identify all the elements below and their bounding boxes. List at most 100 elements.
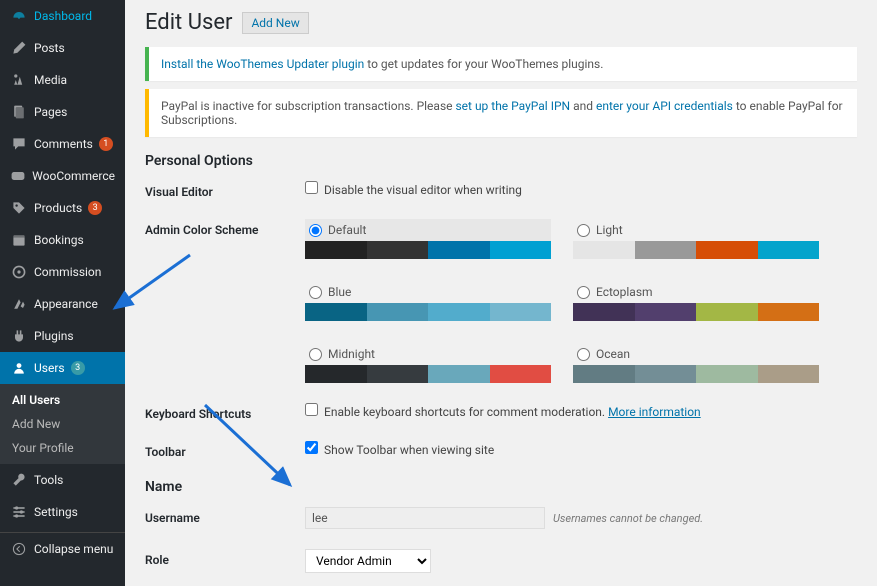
visual-editor-label: Visual Editor xyxy=(145,181,305,199)
role-label: Role xyxy=(145,549,305,567)
username-note: Usernames cannot be changed. xyxy=(553,512,703,525)
color-swatches xyxy=(305,365,551,383)
page-title: Edit User xyxy=(145,10,232,35)
settings-icon xyxy=(10,503,28,521)
sidebar-label: Bookings xyxy=(34,233,84,247)
color-scheme-radio[interactable] xyxy=(577,224,590,237)
sidebar-item-bookings[interactable]: Bookings xyxy=(0,224,125,256)
enable-kb-checkbox[interactable] xyxy=(305,403,318,416)
notice-paypal: PayPal is inactive for subscription tran… xyxy=(145,89,857,137)
sidebar-item-tools[interactable]: Tools xyxy=(0,464,125,496)
username-label: Username xyxy=(145,507,305,525)
sidebar-label: Comments xyxy=(34,137,93,151)
color-swatches xyxy=(305,241,551,259)
color-swatches xyxy=(573,365,819,383)
color-swatches xyxy=(573,303,819,321)
name-heading: Name xyxy=(145,479,857,495)
color-schemes: Default Light Blue Ectoplasm Midnight Ocean xyxy=(305,219,857,383)
color-scheme-blue[interactable]: Blue xyxy=(305,281,551,321)
posts-icon xyxy=(10,39,28,57)
add-new-button[interactable]: Add New xyxy=(242,12,308,34)
sidebar-label: Settings xyxy=(34,505,78,519)
username-input xyxy=(305,507,545,529)
woocommerce-icon xyxy=(10,167,26,185)
paypal-ipn-link[interactable]: set up the PayPal IPN xyxy=(455,99,570,113)
sidebar-item-media[interactable]: Media xyxy=(0,64,125,96)
color-scheme-radio[interactable] xyxy=(309,348,322,361)
sidebar-label: WooCommerce xyxy=(32,169,115,183)
sidebar-label: Users xyxy=(34,361,65,375)
comments-icon xyxy=(10,135,28,153)
color-scheme-radio[interactable] xyxy=(309,224,322,237)
color-scheme-name: Ectoplasm xyxy=(596,285,653,299)
personal-options-heading: Personal Options xyxy=(145,153,857,169)
sidebar-badge: 3 xyxy=(71,361,85,375)
color-swatches xyxy=(573,241,819,259)
main-content: Edit User Add New Install the WooThemes … xyxy=(125,0,877,586)
collapse-label: Collapse menu xyxy=(34,542,113,556)
sidebar-label: Dashboard xyxy=(34,9,92,23)
sidebar-item-appearance[interactable]: Appearance xyxy=(0,288,125,320)
sidebar-item-dashboard[interactable]: Dashboard xyxy=(0,0,125,32)
sidebar-item-comments[interactable]: Comments 1 xyxy=(0,128,125,160)
sidebar-item-settings[interactable]: Settings xyxy=(0,496,125,528)
pages-icon xyxy=(10,103,28,121)
disable-visual-editor-option[interactable]: Disable the visual editor when writing xyxy=(305,183,522,197)
toolbar-label: Toolbar xyxy=(145,441,305,459)
enable-kb-option[interactable]: Enable keyboard shortcuts for comment mo… xyxy=(305,405,608,419)
show-toolbar-option[interactable]: Show Toolbar when viewing site xyxy=(305,443,494,457)
color-scheme-name: Default xyxy=(328,223,366,237)
submenu-your-profile[interactable]: Your Profile xyxy=(0,436,125,460)
appearance-icon xyxy=(10,295,28,313)
sidebar-item-products[interactable]: Products3 xyxy=(0,192,125,224)
collapse-icon xyxy=(10,540,28,558)
color-scheme-ocean[interactable]: Ocean xyxy=(573,343,819,383)
show-toolbar-checkbox[interactable] xyxy=(305,441,318,454)
color-scheme-name: Midnight xyxy=(328,347,375,361)
color-scheme-label: Admin Color Scheme xyxy=(145,219,305,237)
bookings-icon xyxy=(10,231,28,249)
notice-updater-link[interactable]: Install the WooThemes Updater plugin xyxy=(161,57,364,71)
color-scheme-midnight[interactable]: Midnight xyxy=(305,343,551,383)
sidebar-item-commission[interactable]: Commission xyxy=(0,256,125,288)
sidebar-badge: 1 xyxy=(99,137,113,151)
commission-icon xyxy=(10,263,28,281)
submenu-all-users[interactable]: All Users xyxy=(0,388,125,412)
role-select[interactable]: Vendor Admin xyxy=(305,549,431,573)
sidebar-label: Pages xyxy=(34,105,67,119)
color-swatches xyxy=(305,303,551,321)
dashboard-icon xyxy=(10,7,28,25)
plugins-icon xyxy=(10,327,28,345)
color-scheme-radio[interactable] xyxy=(309,286,322,299)
sidebar-item-woocommerce[interactable]: WooCommerce xyxy=(0,160,125,192)
tools-icon xyxy=(10,471,28,489)
sidebar-label: Appearance xyxy=(34,297,98,311)
users-icon xyxy=(10,359,28,377)
color-scheme-radio[interactable] xyxy=(577,286,590,299)
more-info-link[interactable]: More information xyxy=(608,405,701,419)
color-scheme-name: Blue xyxy=(328,285,351,299)
color-scheme-light[interactable]: Light xyxy=(573,219,819,259)
admin-sidebar: Dashboard Posts Media Pages Comments 1 WooComm… xyxy=(0,0,125,586)
sidebar-label: Media xyxy=(34,73,67,87)
sidebar-label: Commission xyxy=(34,265,101,279)
sidebar-label: Tools xyxy=(34,473,63,487)
notice-updater: Install the WooThemes Updater plugin to … xyxy=(145,47,857,81)
sidebar-item-pages[interactable]: Pages xyxy=(0,96,125,128)
sidebar-item-users[interactable]: Users 3 xyxy=(0,352,125,384)
color-scheme-default[interactable]: Default xyxy=(305,219,551,259)
disable-visual-editor-checkbox[interactable] xyxy=(305,181,318,194)
keyboard-shortcuts-label: Keyboard Shortcuts xyxy=(145,403,305,421)
color-scheme-ectoplasm[interactable]: Ectoplasm xyxy=(573,281,819,321)
sidebar-badge: 3 xyxy=(88,201,102,215)
api-credentials-link[interactable]: enter your API credentials xyxy=(596,99,733,113)
color-scheme-name: Ocean xyxy=(596,347,630,361)
collapse-menu[interactable]: Collapse menu xyxy=(0,532,125,565)
sidebar-label: Posts xyxy=(34,41,65,55)
media-icon xyxy=(10,71,28,89)
sidebar-item-plugins[interactable]: Plugins xyxy=(0,320,125,352)
sidebar-item-posts[interactable]: Posts xyxy=(0,32,125,64)
submenu-add-new[interactable]: Add New xyxy=(0,412,125,436)
sidebar-label: Plugins xyxy=(34,329,74,343)
color-scheme-radio[interactable] xyxy=(577,348,590,361)
